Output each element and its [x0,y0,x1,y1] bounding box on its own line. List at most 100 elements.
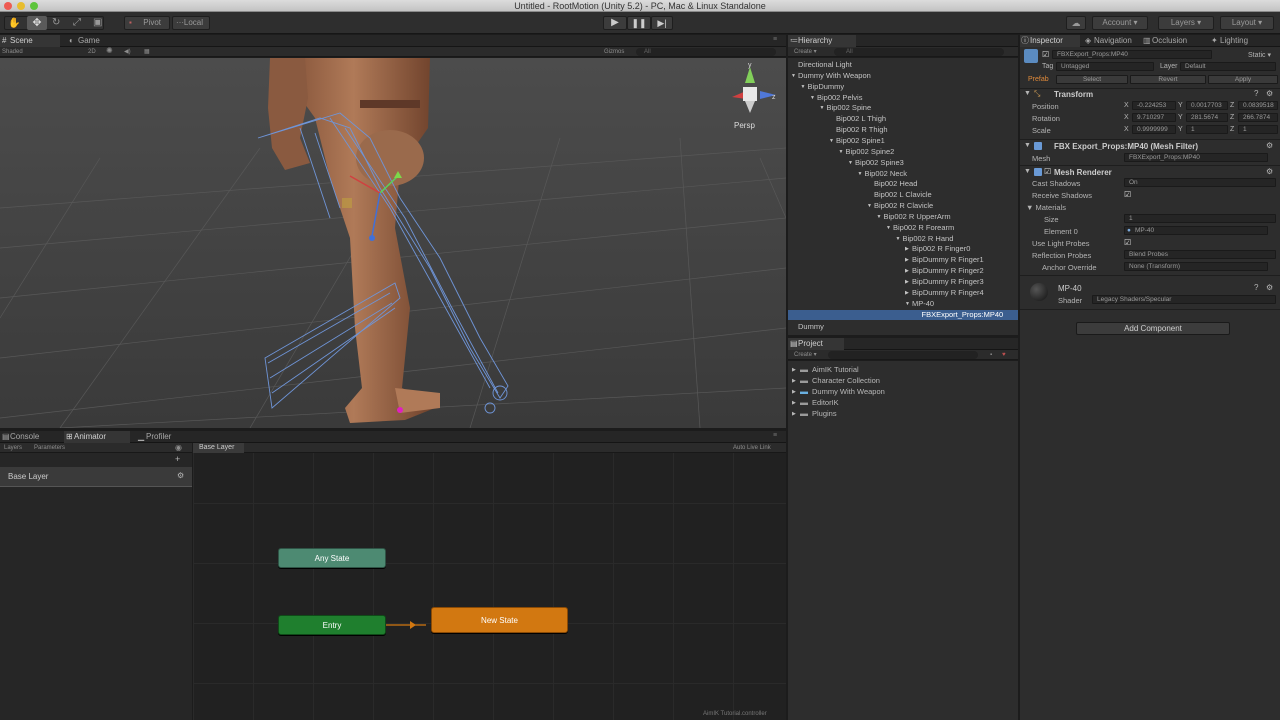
hierarchy-item[interactable]: ▶ BipDummy R Finger2 [788,266,1018,277]
tab-hierarchy[interactable]: ≔ Hierarchy [788,35,856,47]
expand-arrow-icon[interactable]: ▼ [886,223,891,234]
position-y-field[interactable]: 0.0017703 [1186,101,1228,110]
hierarchy-item[interactable]: ▼ Bip002 Neck [788,169,1018,180]
rotation-x-field[interactable]: 9.710297 [1132,113,1176,122]
add-component-button[interactable]: Add Component [1076,322,1230,335]
hierarchy-item[interactable]: ▼ Bip002 Spine [788,103,1018,114]
reflection-probes-dropdown[interactable]: Blend Probes [1124,250,1276,259]
scale-x-field[interactable]: 0.9999999 [1132,125,1176,134]
material-settings-icon[interactable]: ⚙ [1266,283,1273,292]
static-toggle[interactable]: Static ▾ [1248,51,1271,59]
zoom-window-button[interactable] [30,2,38,10]
layer-dropdown[interactable]: Default [1180,62,1276,71]
expand-arrow-icon[interactable]: ▼ [839,147,844,158]
mesh-filter-settings-icon[interactable]: ⚙ [1266,141,1273,150]
scale-tool-icon[interactable]: ⤢ [73,17,81,29]
audio-toggle-icon[interactable]: ◀) [124,47,131,57]
expand-arrow-icon[interactable]: ▼ [858,169,863,180]
hierarchy-create-dropdown[interactable]: Create ▾ [794,47,817,57]
pivot-toggle[interactable]: ▪ Pivot [124,16,170,30]
animator-menu-icon[interactable]: ≡ [773,432,777,439]
tab-navigation[interactable]: ◈ Navigation [1084,35,1148,47]
expand-arrow-icon[interactable]: ▼ [905,299,910,310]
hierarchy-item[interactable]: Dummy [788,322,1018,333]
eye-icon[interactable]: ◉ [175,443,182,453]
scene-search-input[interactable]: All [636,48,776,56]
hierarchy-item[interactable]: ▼ BipDummy [788,82,1018,93]
active-checkbox[interactable]: ☑ [1042,50,1049,59]
rotate-tool-icon[interactable]: ↻ [52,17,60,29]
collapse-arrow-icon[interactable]: ▶ [905,266,909,277]
scale-z-field[interactable]: 1 [1238,125,1278,134]
tab-profiler[interactable]: ▁ Profiler [136,431,194,443]
hierarchy-item[interactable]: ▶ BipDummy R Finger3 [788,277,1018,288]
transform-help-icon[interactable]: ? [1254,89,1258,98]
expand-arrow-icon[interactable]: ▼ [896,234,901,245]
prefab-apply-button[interactable]: Apply [1208,75,1278,84]
hierarchy-item[interactable]: Bip002 L Thigh [788,114,1018,125]
scale-y-field[interactable]: 1 [1186,125,1228,134]
projection-label[interactable]: Persp [734,121,755,130]
scene-viewport[interactable]: z y Persp [0,58,786,428]
expand-arrow-icon[interactable]: ▼ [801,82,806,93]
receive-shadows-checkbox[interactable]: ☑ [1124,190,1131,199]
collapse-arrow-icon[interactable]: ▶ [905,244,909,255]
hierarchy-search-input[interactable]: All [834,48,1004,56]
minimize-window-button[interactable] [17,2,25,10]
hierarchy-item[interactable]: ▼ MP-40 [788,299,1018,310]
scene-orientation-gizmo[interactable]: z y [728,63,780,115]
entry-node[interactable]: Entry [278,615,386,635]
prefab-select-button[interactable]: Select [1056,75,1128,84]
project-create-dropdown[interactable]: Create ▾ [794,350,817,360]
hierarchy-item[interactable]: ▼ Bip002 R Forearm [788,223,1018,234]
tab-console[interactable]: ▤ Console [0,431,58,443]
hierarchy-item[interactable]: ▼ Bip002 Pelvis [788,93,1018,104]
tab-lighting[interactable]: ✦ Lighting [1210,35,1270,47]
cast-shadows-dropdown[interactable]: On [1124,178,1276,187]
rect-tool-icon[interactable]: ▣ [93,17,102,29]
expand-arrow-icon[interactable]: ▼ [867,201,872,212]
hierarchy-item[interactable]: ▶ Bip002 R Finger0 [788,244,1018,255]
transform-foldout-icon[interactable]: ▼ [1024,90,1031,97]
material-help-icon[interactable]: ? [1254,283,1258,292]
animator-graph[interactable]: Base Layer Auto Live Link Any State Entr… [193,443,786,720]
collapse-arrow-icon[interactable]: ▶ [905,277,909,288]
shading-mode-dropdown[interactable]: Shaded [2,47,23,57]
hierarchy-item[interactable]: ▼ Bip002 Spine1 [788,136,1018,147]
shader-dropdown[interactable]: Legacy Shaders/Specular [1092,295,1276,304]
layers-tab[interactable]: Layers [4,443,22,453]
close-window-button[interactable] [4,2,12,10]
hierarchy-item[interactable]: ▶ BipDummy R Finger1 [788,255,1018,266]
new-state-node[interactable]: New State [431,607,568,633]
effects-toggle-icon[interactable]: ▦ [144,47,150,57]
rotation-z-field[interactable]: 266.7874 [1238,113,1278,122]
prefab-revert-button[interactable]: Revert [1130,75,1206,84]
tab-animator[interactable]: ⊞ Animator [64,431,130,443]
breadcrumb-base-layer[interactable]: Base Layer [193,443,245,453]
materials-foldout[interactable]: ▼ Materials [1026,203,1066,212]
local-toggle[interactable]: ⋯ Local [172,16,210,30]
tag-dropdown[interactable]: Untagged [1056,62,1154,71]
hierarchy-item[interactable]: ▼ Dummy With Weapon [788,71,1018,82]
account-dropdown[interactable]: Account ▾ [1092,16,1148,30]
default-transition-arrow[interactable] [386,615,432,635]
panel-menu-icon[interactable]: ≡ [773,36,777,43]
hierarchy-item[interactable]: Directional Light [788,60,1018,71]
mesh-filter-foldout-icon[interactable]: ▼ [1024,142,1031,149]
mesh-field[interactable]: FBXExport_Props:MP40 [1124,153,1268,162]
anchor-override-field[interactable]: None (Transform) [1124,262,1268,271]
move-tool-icon[interactable]: ✥ [27,16,47,30]
layer-settings-icon[interactable]: ⚙ [177,471,184,480]
folder-expand-icon[interactable]: ▶ [792,408,796,420]
collapse-arrow-icon[interactable]: ▶ [905,255,909,266]
parameters-tab[interactable]: Parameters [34,443,65,453]
cloud-icon[interactable]: ☁ [1066,16,1086,30]
layout-dropdown[interactable]: Layout ▾ [1220,16,1274,30]
hand-tool-icon[interactable]: ✋ [8,18,20,30]
position-z-field[interactable]: 0.0839518 [1238,101,1278,110]
tab-occlusion[interactable]: ▥ Occlusion [1142,35,1208,47]
project-search-input[interactable] [828,351,978,359]
hierarchy-item[interactable]: Bip002 Head [788,179,1018,190]
mesh-renderer-foldout-icon[interactable]: ▼ [1024,168,1031,175]
expand-arrow-icon[interactable]: ▼ [791,71,796,82]
